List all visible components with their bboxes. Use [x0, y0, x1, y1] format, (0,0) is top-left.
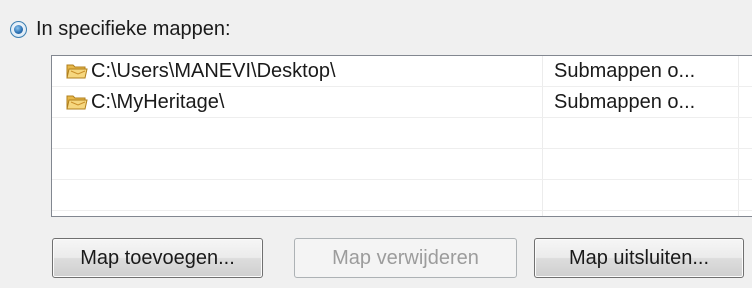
subfolders-cell: Submappen o...	[554, 91, 696, 113]
remove-folder-button[interactable]: Map verwijderen	[294, 238, 517, 278]
add-folder-button[interactable]: Map toevoegen...	[52, 238, 263, 278]
exclude-folder-button[interactable]: Map uitsluiten...	[534, 238, 744, 278]
folder-path: C:\Users\MANEVI\Desktop\	[91, 59, 336, 82]
folder-icon	[66, 64, 88, 79]
folder-path-cell: C:\Users\MANEVI\Desktop\	[66, 56, 336, 86]
specific-folders-label[interactable]: In specifieke mappen:	[36, 18, 231, 41]
folder-list[interactable]: C:\Users\MANEVI\Desktop\ Submappen o... …	[51, 55, 752, 217]
radio-selected-dot	[14, 24, 23, 34]
folder-path: C:\MyHeritage\	[91, 90, 225, 113]
empty-row	[52, 180, 752, 211]
folder-icon	[66, 95, 88, 110]
specific-folders-radio[interactable]	[10, 20, 27, 38]
specific-folders-option[interactable]: In specifieke mappen:	[10, 14, 231, 44]
empty-row	[52, 118, 752, 149]
list-item[interactable]: C:\Users\MANEVI\Desktop\ Submappen o...	[52, 56, 752, 87]
empty-row	[52, 149, 752, 180]
list-item[interactable]: C:\MyHeritage\ Submappen o...	[52, 87, 752, 118]
folder-path-cell: C:\MyHeritage\	[66, 87, 224, 117]
subfolders-cell: Submappen o...	[554, 60, 696, 82]
